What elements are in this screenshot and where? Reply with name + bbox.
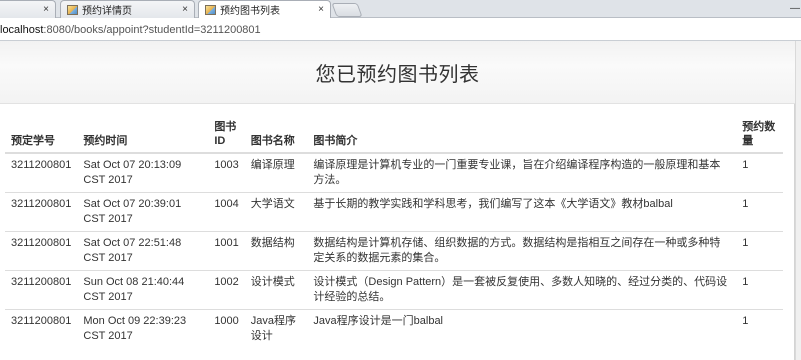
column-header-appoint-time: 预约时间 — [77, 117, 209, 154]
column-header-book-name: 图书名称 — [244, 117, 308, 154]
cell-appoint-count: 1 — [736, 231, 783, 271]
browser-tab-appoint-list[interactable]: 预约图书列表 × — [198, 0, 331, 18]
panel: 您已预约图书列表 预定学号 预约时间 图书ID 图书名称 图书简介 预约数量 3… — [0, 41, 795, 360]
close-tab-icon[interactable]: × — [318, 4, 324, 15]
cell-appoint-time: Mon Oct 09 22:39:23 CST 2017 — [77, 309, 209, 349]
cell-appoint-count: 1 — [736, 152, 783, 193]
vertical-scrollbar[interactable] — [795, 41, 801, 360]
cell-appoint-time: Sun Oct 08 21:40:44 CST 2017 — [77, 270, 209, 310]
cell-book-name: 编译原理 — [244, 152, 308, 193]
table-row: 3211200801 Sun Oct 08 21:40:44 CST 2017 … — [5, 270, 783, 310]
page-favicon-icon — [67, 4, 78, 15]
address-bar[interactable]: localhost:8080/books/appoint?studentId=3… — [0, 19, 801, 41]
cell-book-name: 数据结构 — [244, 231, 308, 271]
tab-title: 预约详情页 — [82, 6, 132, 17]
cell-appoint-count: 1 — [736, 192, 783, 232]
cell-book-id: 1002 — [208, 270, 245, 310]
cell-book-intro: 数据结构是计算机存储、组织数据的方式。数据结构是指相互之间存在一种或多种特定关系… — [307, 231, 737, 271]
tab-title: 预约图书列表 — [220, 6, 280, 17]
panel-heading: 您已预约图书列表 — [0, 41, 795, 104]
page-viewport: 您已预约图书列表 预定学号 预约时间 图书ID 图书名称 图书简介 预约数量 3… — [0, 41, 801, 360]
cell-book-intro: Java程序设计是一门balbal — [307, 309, 737, 349]
cell-book-id: 1001 — [208, 231, 245, 271]
url-host: localhost — [0, 23, 44, 36]
cell-book-id: 1000 — [208, 309, 245, 349]
close-tab-icon[interactable]: × — [182, 4, 188, 15]
cell-book-intro: 编译原理是计算机专业的一门重要专业课，旨在介绍编译程序构造的一般原理和基本方法。 — [307, 152, 737, 193]
cell-student-id: 3211200801 — [5, 192, 78, 232]
cell-appoint-count: 1 — [736, 309, 783, 349]
table-header-row: 预定学号 预约时间 图书ID 图书名称 图书简介 预约数量 — [5, 117, 783, 154]
column-header-book-intro: 图书简介 — [307, 117, 737, 154]
table-row: 3211200801 Sat Oct 07 20:13:09 CST 2017 … — [5, 152, 783, 193]
appointment-table: 预定学号 预约时间 图书ID 图书名称 图书简介 预约数量 3211200801… — [5, 117, 783, 349]
url-path: :8080/books/appoint?studentId=3211200801 — [43, 23, 261, 36]
table-row: 3211200801 Mon Oct 09 22:39:23 CST 2017 … — [5, 309, 783, 349]
cell-book-name: Java程序设计 — [244, 309, 308, 349]
browser-tab-appoint-detail[interactable]: 预约详情页 × — [60, 0, 195, 18]
new-tab-button[interactable] — [331, 3, 363, 17]
cell-appoint-time: Sat Oct 07 20:39:01 CST 2017 — [77, 192, 209, 232]
browser-tab-previous[interactable]: × — [0, 0, 56, 18]
cell-appoint-count: 1 — [736, 270, 783, 310]
cell-student-id: 3211200801 — [5, 231, 78, 271]
column-header-student-id: 预定学号 — [5, 117, 78, 154]
browser-tab-strip: × 预约详情页 × 预约图书列表 × — — [0, 0, 801, 18]
cell-book-id: 1003 — [208, 152, 245, 193]
cell-book-name: 设计模式 — [244, 270, 308, 310]
cell-book-intro: 基于长期的教学实践和学科思考，我们编写了这本《大学语文》教材balbal — [307, 192, 737, 232]
cell-student-id: 3211200801 — [5, 309, 78, 349]
column-header-book-id: 图书ID — [208, 117, 245, 154]
cell-appoint-time: Sat Oct 07 22:51:48 CST 2017 — [77, 231, 209, 271]
page-title: 您已预约图书列表 — [315, 63, 480, 86]
table-row: 3211200801 Sat Oct 07 20:39:01 CST 2017 … — [5, 192, 783, 232]
table-row: 3211200801 Sat Oct 07 22:51:48 CST 2017 … — [5, 231, 783, 271]
cell-student-id: 3211200801 — [5, 270, 78, 310]
cell-book-name: 大学语文 — [244, 192, 308, 232]
cell-book-id: 1004 — [208, 192, 245, 232]
page-favicon-icon — [205, 4, 216, 15]
cell-student-id: 3211200801 — [5, 152, 78, 193]
column-header-appoint-count: 预约数量 — [736, 117, 783, 154]
minimize-window-icon[interactable]: — — [790, 3, 800, 14]
cell-book-intro: 设计模式（Design Pattern）是一套被反复使用、多数人知晓的、经过分类… — [307, 270, 737, 310]
close-tab-icon[interactable]: × — [43, 4, 49, 15]
cell-appoint-time: Sat Oct 07 20:13:09 CST 2017 — [77, 152, 209, 193]
